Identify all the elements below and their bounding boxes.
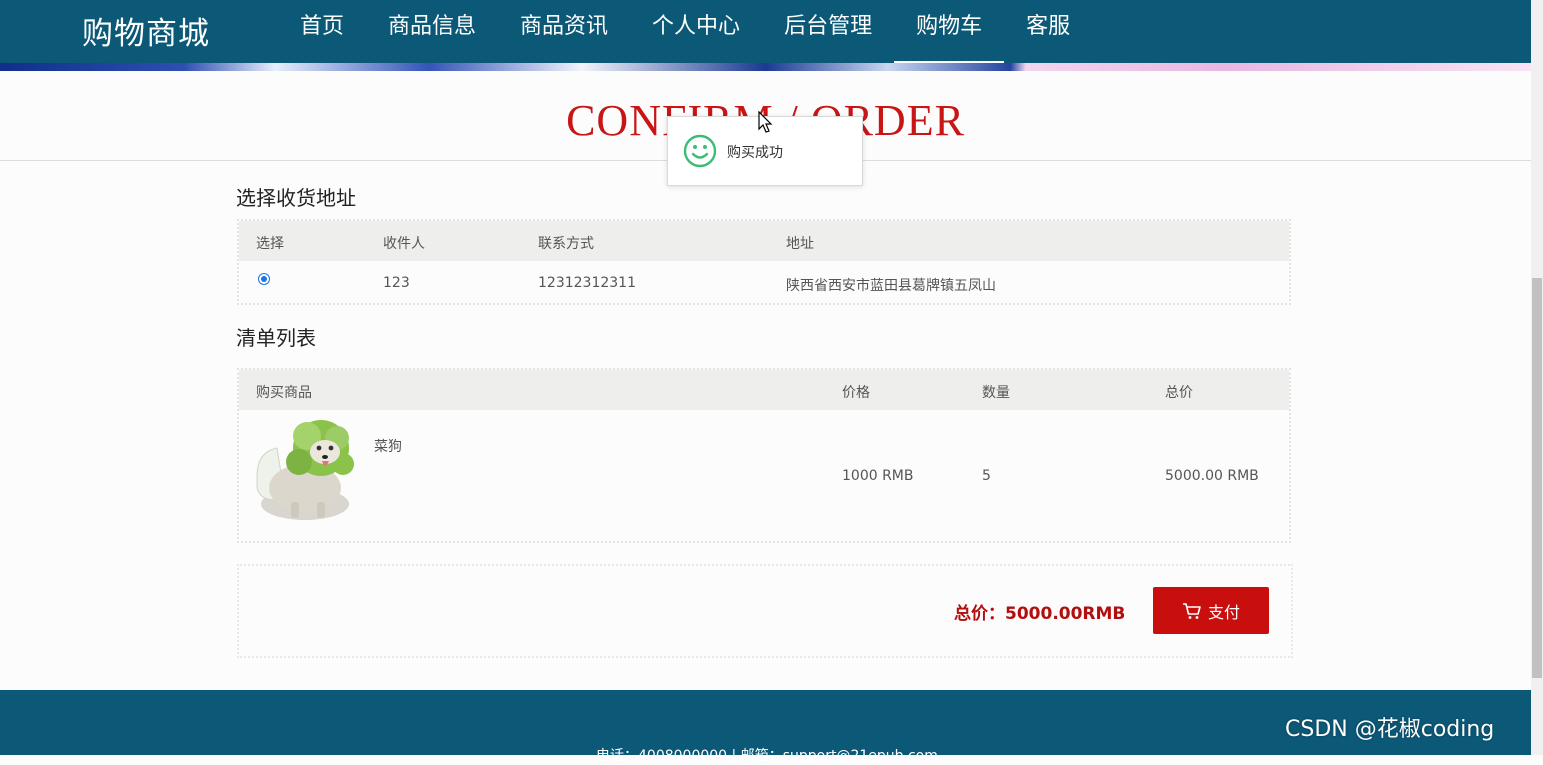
product-name[interactable]: 菜狗 [374,436,402,456]
nav-news[interactable]: 商品资讯 [498,0,630,63]
footer-contact: 电话：4008000000 | 邮箱：support@21epub.com [596,748,938,764]
header-address: 地址 [786,236,814,252]
order-list-table: 购买商品 价格 数量 总价 菜狗 1000 RMB 5 5000.00 RMB [237,368,1291,543]
price-cell: 1000 RMB [842,468,914,484]
header-select: 选择 [256,236,284,252]
pay-label: 支付 [1207,602,1240,622]
cabbage-dog-image [256,420,354,520]
header-quantity: 数量 [982,385,1010,401]
total-price-label: 总价：5000.00RMB [954,604,1126,624]
address-table-header: 选择 收件人 联系方式 地址 [239,221,1289,261]
address-section-title: 选择收货地址 [236,186,356,210]
total-cell: 5000.00 RMB [1165,468,1259,484]
pay-button[interactable]: 支付 [1153,587,1269,634]
main-nav: 首页 商品信息 商品资讯 个人中心 后台管理 购物车 客服 [278,0,1092,63]
mouse-cursor-icon [758,111,773,133]
toast-message: 购买成功 [727,145,783,161]
address-radio[interactable] [258,273,270,285]
order-item-row: 菜狗 1000 RMB 5 5000.00 RMB [239,410,1289,541]
nav-user-center[interactable]: 个人中心 [630,0,762,63]
scrollbar-track[interactable] [1531,0,1543,755]
address-table: 选择 收件人 联系方式 地址 123 12312312311 陕西省西安市蓝田县… [237,219,1291,305]
header-price: 价格 [842,385,870,401]
cart-icon [1182,602,1201,619]
nav-products[interactable]: 商品信息 [366,0,498,63]
header-total: 总价 [1165,385,1193,401]
nav-service[interactable]: 客服 [1004,0,1092,63]
recipient-cell: 123 [383,275,410,291]
quantity-cell: 5 [982,468,991,484]
nav-cart[interactable]: 购物车 [894,0,1005,63]
watermark: CSDN @花椒coding [1285,717,1495,742]
site-logo[interactable]: 购物商城 [82,8,210,53]
order-summary: 总价：5000.00RMB 支付 [237,564,1293,658]
smile-icon [683,134,717,168]
nav-home[interactable]: 首页 [278,0,366,63]
banner-image-strip [0,63,1531,71]
phone-cell: 12312312311 [538,275,636,291]
order-list-header: 购买商品 价格 数量 总价 [239,370,1289,410]
address-cell: 陕西省西安市蓝田县葛牌镇五凤山 [786,278,996,294]
order-list-title: 清单列表 [236,326,316,350]
header-recipient: 收件人 [383,236,425,252]
scrollbar-thumb[interactable] [1532,278,1542,678]
nav-admin[interactable]: 后台管理 [762,0,894,63]
address-row[interactable]: 123 12312312311 陕西省西安市蓝田县葛牌镇五凤山 [239,261,1289,303]
header-product: 购买商品 [256,385,312,401]
header-phone: 联系方式 [538,236,594,252]
top-navbar: 购物商城 首页 商品信息 商品资讯 个人中心 后台管理 购物车 客服 [0,0,1531,63]
